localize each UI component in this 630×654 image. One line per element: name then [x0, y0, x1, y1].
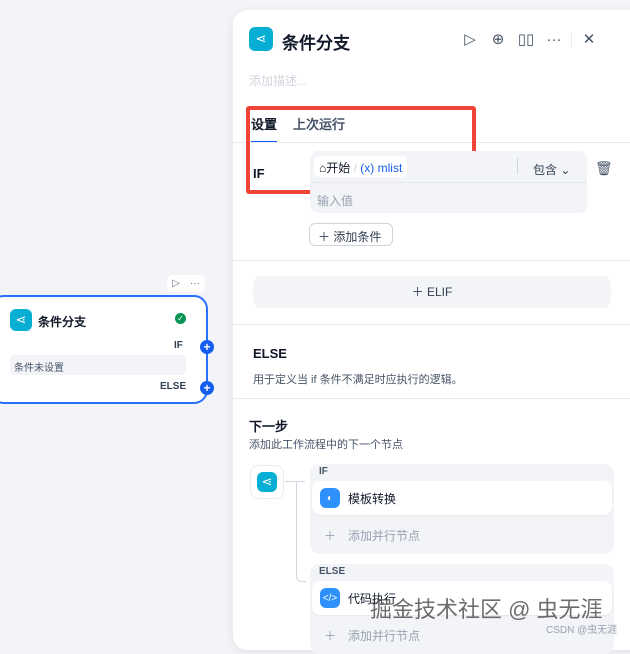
else-title: ELSE [253, 346, 287, 361]
template-icon: ◐ [320, 488, 340, 508]
next-node-template[interactable]: ◐ 模板转换 [312, 481, 612, 515]
add-if-handle[interactable]: + [200, 340, 214, 354]
watermark-sub: CSDN @虫无涯 [546, 625, 618, 636]
branch-icon: ⋖ [249, 27, 273, 51]
more-icon[interactable]: ··· [190, 278, 200, 289]
node-title: 条件分支 [38, 315, 87, 329]
add-parallel-node-button[interactable]: ＋添加并行节点 [312, 520, 420, 550]
panel-title: 条件分支 [282, 34, 350, 53]
connector-line [296, 482, 306, 582]
next-step-description: 添加此工作流程中的下一个节点 [249, 439, 403, 451]
success-icon: ✓ [175, 313, 186, 324]
header-actions: ▷ ⊕ ▯▯ ··· ✕ [453, 30, 600, 49]
branch-icon: ⋖ [257, 472, 277, 492]
else-description: 用于定义当 if 条件不满足时应执行的逻辑。 [253, 374, 463, 386]
canvas-node-condition[interactable]: ⋖ 条件分支 ✓ IF 条件未设置 ELSE + + [0, 295, 214, 404]
condition-row: ⌂开始 / (x) mlist 包含 ⌄ 输入值 [310, 151, 587, 213]
value-input[interactable]: 输入值 [317, 192, 353, 209]
delete-icon[interactable]: 🗑 [595, 160, 613, 177]
variable-tag[interactable]: ⌂开始 / (x) mlist [314, 156, 408, 177]
add-parallel-node-button[interactable]: ＋添加并行节点 [312, 620, 420, 650]
more-icon[interactable]: ··· [543, 31, 565, 48]
next-step-title: 下一步 [249, 419, 289, 434]
description-input[interactable]: 添加描述... [249, 72, 307, 89]
branch-if: IF ◐ 模板转换 ＋添加并行节点 [310, 464, 614, 554]
watermark: 掘金技术社区 @ 虫无涯 [370, 597, 603, 622]
code-icon: </> [320, 588, 340, 608]
else-label: ELSE [160, 381, 187, 392]
elif-button[interactable]: ＋ ELIF [253, 276, 611, 308]
play-icon[interactable]: ▷ [459, 30, 481, 48]
current-node-icon: ⋖ [250, 465, 284, 499]
node-panel: ⋖ 条件分支 ▷ ⊕ ▯▯ ··· ✕ 添加描述... 设置 上次运行 IF 🗑 [233, 10, 630, 650]
add-else-handle[interactable]: + [200, 381, 214, 395]
condition-text: 条件未设置 [10, 355, 186, 375]
close-icon[interactable]: ✕ [578, 30, 600, 48]
branch-icon: ⋖ [10, 309, 32, 331]
node-toolbar: ▷ ··· [167, 275, 205, 292]
book-icon[interactable]: ▯▯ [515, 30, 537, 48]
if-label: IF [174, 340, 183, 351]
operator-select[interactable]: 包含 ⌄ [533, 161, 570, 178]
play-icon[interactable]: ▷ [172, 278, 180, 289]
chevron-down-icon: ⌄ [560, 163, 571, 177]
add-condition-button[interactable]: ＋ 添加条件 [309, 223, 393, 246]
locate-icon[interactable]: ⊕ [487, 30, 509, 48]
